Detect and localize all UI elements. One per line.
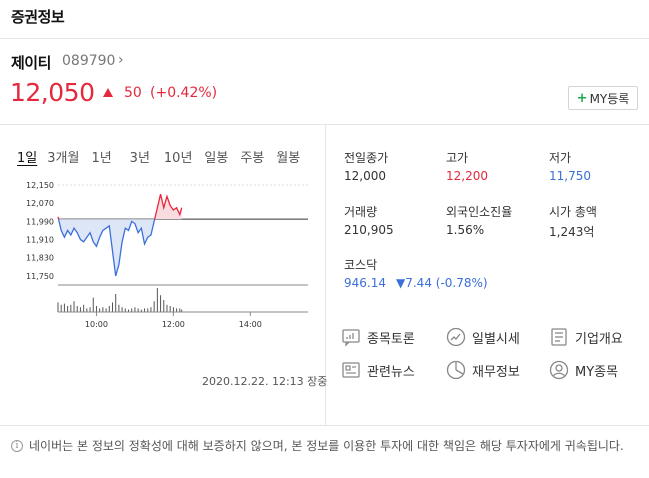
info-icon: i bbox=[11, 440, 23, 452]
intraday-chart: 12,150 12,070 11,990 11,910 11,830 11,750 10:0… bbox=[26, 181, 308, 329]
up-arrow-icon bbox=[103, 88, 113, 97]
news-icon bbox=[342, 362, 360, 378]
chart-timestamp: 2020.12.22. 12:13 장중 bbox=[202, 375, 328, 388]
stock-code[interactable]: 089790 bbox=[62, 53, 115, 69]
market-cap-label: 시가 총액 bbox=[549, 205, 597, 219]
plus-icon: + bbox=[576, 90, 588, 106]
link-company[interactable]: 기업개요 bbox=[549, 327, 623, 347]
my-register-button[interactable]: + MY등록 bbox=[568, 86, 638, 110]
user-icon bbox=[549, 360, 569, 380]
x-tick-label: 10:00 bbox=[85, 320, 108, 329]
prev-close-value: 12,000 bbox=[344, 169, 386, 183]
kosdaq-change: ▼7.44 (-0.78%) bbox=[396, 276, 488, 290]
my-register-label: MY등록 bbox=[589, 91, 630, 106]
link-discussion-label: 종목토론 bbox=[367, 331, 415, 347]
pie-icon bbox=[446, 360, 466, 380]
link-news-label: 관련뉴스 bbox=[367, 364, 415, 380]
discussion-icon bbox=[342, 329, 360, 347]
y-tick-label: 11,990 bbox=[26, 217, 54, 226]
volume-label: 거래량 bbox=[344, 205, 378, 219]
kosdaq-label: 코스닥 bbox=[344, 258, 378, 272]
market-cap-value: 1,243억 bbox=[549, 225, 595, 239]
footer-divider bbox=[0, 425, 649, 426]
link-news[interactable]: 관련뉴스 bbox=[341, 360, 415, 380]
stock-name[interactable]: 제이티 bbox=[11, 52, 51, 73]
foreign-label: 외국인소진율 bbox=[446, 205, 513, 219]
link-my-stocks[interactable]: MY종목 bbox=[549, 360, 618, 380]
foreign-value: 1.56% bbox=[446, 223, 485, 237]
x-tick-label: 12:00 bbox=[162, 320, 185, 329]
tab-1y[interactable]: 1년 bbox=[91, 147, 111, 166]
high-value: 12,200 bbox=[446, 169, 488, 183]
tab-monthly[interactable]: 월봉 bbox=[276, 147, 300, 166]
prev-close-label: 전일종가 bbox=[344, 151, 389, 165]
link-discussion[interactable]: 종목토론 bbox=[341, 327, 415, 347]
link-financials-label: 재무정보 bbox=[472, 364, 520, 380]
link-daily-price-label: 일별시세 bbox=[472, 331, 520, 347]
tab-3m[interactable]: 3개월 bbox=[47, 147, 79, 166]
tab-1d[interactable]: 1일 bbox=[17, 147, 37, 166]
disclaimer: i 네이버는 본 정보의 정확성에 대해 보증하지 않으며, 본 정보를 이용한… bbox=[11, 438, 641, 455]
tab-weekly[interactable]: 주봉 bbox=[240, 147, 264, 166]
section-title: 증권정보 bbox=[11, 8, 65, 26]
y-tick-label: 11,830 bbox=[26, 254, 54, 263]
y-tick-label: 12,070 bbox=[26, 199, 54, 208]
chevron-right-icon[interactable]: › bbox=[118, 52, 124, 68]
trend-icon bbox=[446, 327, 466, 347]
tab-daily[interactable]: 일봉 bbox=[204, 147, 228, 166]
tab-3y[interactable]: 3년 bbox=[130, 147, 150, 166]
low-label: 저가 bbox=[549, 151, 572, 165]
low-value: 11,750 bbox=[549, 169, 591, 183]
period-tabs: 1일 3개월 1년 3년 10년 일봉 주봉 월봉 bbox=[17, 147, 300, 166]
kosdaq-value: 946.14 bbox=[344, 276, 386, 290]
high-label: 고가 bbox=[446, 151, 469, 165]
tab-10y[interactable]: 10년 bbox=[164, 147, 193, 166]
link-my-stocks-label: MY종목 bbox=[575, 364, 619, 380]
x-tick-label: 14:00 bbox=[239, 320, 262, 329]
link-daily-price[interactable]: 일별시세 bbox=[446, 327, 520, 347]
y-tick-label: 11,910 bbox=[26, 236, 54, 245]
price-change-percent: (+0.42%) bbox=[150, 85, 218, 101]
disclaimer-text: 네이버는 본 정보의 정확성에 대해 보증하지 않으며, 본 정보를 이용한 투… bbox=[29, 439, 624, 453]
header-divider bbox=[0, 38, 649, 39]
y-tick-label: 12,150 bbox=[26, 181, 54, 190]
price-change: 50 bbox=[124, 85, 142, 101]
volume-value: 210,905 bbox=[344, 223, 394, 237]
link-financials[interactable]: 재무정보 bbox=[446, 360, 520, 380]
link-company-label: 기업개요 bbox=[575, 331, 623, 347]
company-icon bbox=[551, 328, 567, 346]
y-tick-label: 11,750 bbox=[26, 272, 54, 281]
current-price: 12,050 bbox=[10, 78, 95, 107]
